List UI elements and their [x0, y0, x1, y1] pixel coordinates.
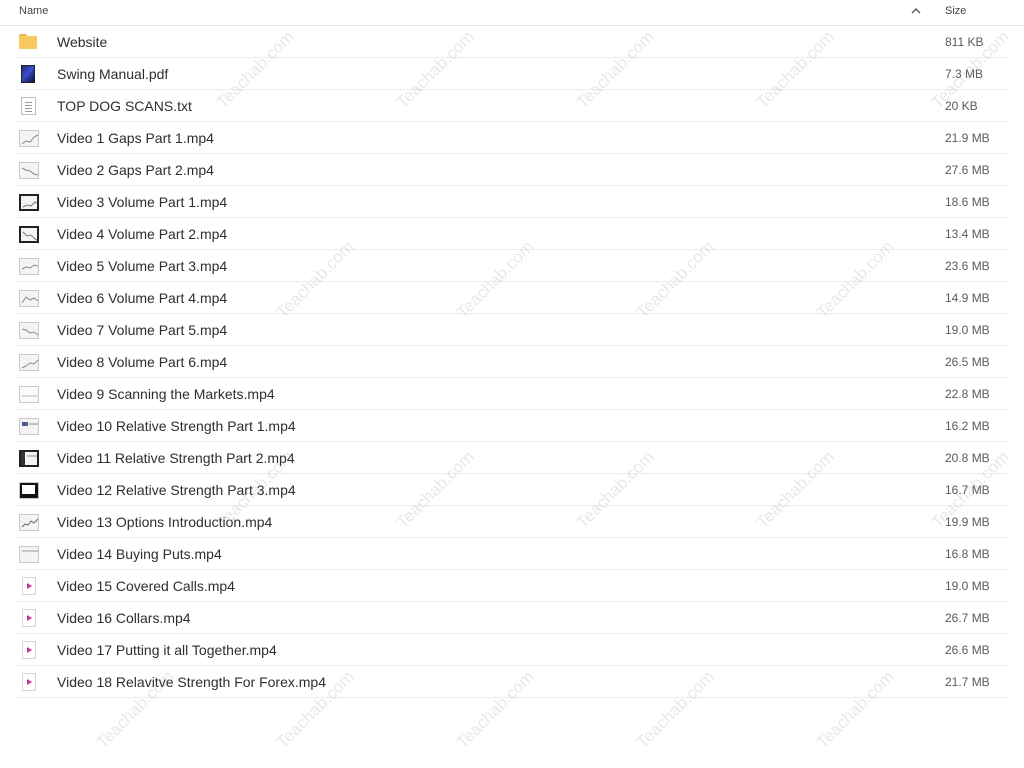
file-size: 27.6 MB	[945, 163, 990, 177]
sort-ascending-icon[interactable]	[911, 6, 921, 16]
file-size: 19.0 MB	[945, 579, 990, 593]
file-size: 26.7 MB	[945, 611, 990, 625]
file-size: 13.4 MB	[945, 227, 990, 241]
file-row-video-1[interactable]: Video 1 Gaps Part 1.mp4 21.9 MB	[15, 122, 1009, 154]
file-row-video-16[interactable]: Video 16 Collars.mp4 26.7 MB	[15, 602, 1009, 634]
pdf-icon	[21, 65, 35, 83]
file-size: 20 KB	[945, 99, 978, 113]
file-name: Video 1 Gaps Part 1.mp4	[57, 130, 214, 146]
file-row-video-10[interactable]: Video 10 Relative Strength Part 1.mp4 16…	[15, 410, 1009, 442]
file-name: Video 5 Volume Part 3.mp4	[57, 258, 228, 274]
video-thumbnail-icon	[19, 418, 39, 435]
file-size: 23.6 MB	[945, 259, 990, 273]
file-row-video-13[interactable]: Video 13 Options Introduction.mp4 19.9 M…	[15, 506, 1009, 538]
file-row-video-8[interactable]: Video 8 Volume Part 6.mp4 26.5 MB	[15, 346, 1009, 378]
file-size: 21.9 MB	[945, 131, 990, 145]
video-thumbnail-icon	[19, 322, 39, 339]
file-row-video-11[interactable]: Video 11 Relative Strength Part 2.mp4 20…	[15, 442, 1009, 474]
file-size: 20.8 MB	[945, 451, 990, 465]
file-row-video-5[interactable]: Video 5 Volume Part 3.mp4 23.6 MB	[15, 250, 1009, 282]
video-file-icon	[22, 641, 36, 659]
name-column-header[interactable]: Name	[19, 5, 48, 17]
video-file-icon	[22, 609, 36, 627]
file-size: 16.2 MB	[945, 419, 990, 433]
file-name: Video 6 Volume Part 4.mp4	[57, 290, 228, 306]
file-row-video-18[interactable]: Video 18 Relavitve Strength For Forex.mp…	[15, 666, 1009, 698]
video-thumbnail-icon	[19, 194, 39, 211]
video-thumbnail-icon	[19, 450, 39, 467]
file-row-video-17[interactable]: Video 17 Putting it all Together.mp4 26.…	[15, 634, 1009, 666]
video-file-icon	[22, 673, 36, 691]
file-name: Video 16 Collars.mp4	[57, 610, 191, 626]
file-name: Video 14 Buying Puts.mp4	[57, 546, 222, 562]
size-column-header[interactable]: Size	[945, 5, 966, 17]
file-name: Video 4 Volume Part 2.mp4	[57, 226, 228, 242]
file-size: 7.3 MB	[945, 67, 984, 81]
file-row-video-6[interactable]: Video 6 Volume Part 4.mp4 14.9 MB	[15, 282, 1009, 314]
video-thumbnail-icon	[19, 546, 39, 563]
video-thumbnail-icon	[19, 482, 39, 499]
file-row-video-4[interactable]: Video 4 Volume Part 2.mp4 13.4 MB	[15, 218, 1009, 250]
file-name: Video 12 Relative Strength Part 3.mp4	[57, 482, 296, 498]
file-name: Video 8 Volume Part 6.mp4	[57, 354, 228, 370]
file-name: Video 18 Relavitve Strength For Forex.mp…	[57, 674, 326, 690]
file-row-video-9[interactable]: Video 9 Scanning the Markets.mp4 22.8 MB	[15, 378, 1009, 410]
video-thumbnail-icon	[19, 130, 39, 147]
folder-icon	[19, 33, 37, 51]
video-file-icon	[22, 577, 36, 595]
file-size: 19.0 MB	[945, 323, 990, 337]
file-size: 26.6 MB	[945, 643, 990, 657]
file-size: 18.6 MB	[945, 195, 990, 209]
file-size: 22.8 MB	[945, 387, 990, 401]
video-thumbnail-icon	[19, 162, 39, 179]
file-row-video-3[interactable]: Video 3 Volume Part 1.mp4 18.6 MB	[15, 186, 1009, 218]
file-size: 16.7 MB	[945, 483, 990, 497]
file-name: Video 13 Options Introduction.mp4	[57, 514, 273, 530]
file-size: 21.7 MB	[945, 675, 990, 689]
file-list: Website 811 KB Swing Manual.pdf 7.3 MB T…	[0, 26, 1024, 698]
video-thumbnail-icon	[19, 226, 39, 243]
file-size: 26.5 MB	[945, 355, 990, 369]
file-name: Video 2 Gaps Part 2.mp4	[57, 162, 214, 178]
file-name: Video 9 Scanning the Markets.mp4	[57, 386, 275, 402]
file-size: 811 KB	[945, 35, 984, 49]
video-thumbnail-icon	[19, 290, 39, 307]
file-row-swing-manual[interactable]: Swing Manual.pdf 7.3 MB	[15, 58, 1009, 90]
file-size: 14.9 MB	[945, 291, 990, 305]
file-name: TOP DOG SCANS.txt	[57, 98, 192, 114]
file-name: Video 7 Volume Part 5.mp4	[57, 322, 228, 338]
file-row-video-7[interactable]: Video 7 Volume Part 5.mp4 19.0 MB	[15, 314, 1009, 346]
file-row-video-2[interactable]: Video 2 Gaps Part 2.mp4 27.6 MB	[15, 154, 1009, 186]
file-name: Video 11 Relative Strength Part 2.mp4	[57, 450, 295, 466]
video-thumbnail-icon	[19, 514, 39, 531]
text-file-icon	[21, 97, 36, 115]
file-row-video-14[interactable]: Video 14 Buying Puts.mp4 16.8 MB	[15, 538, 1009, 570]
file-row-top-dog-scans[interactable]: TOP DOG SCANS.txt 20 KB	[15, 90, 1009, 122]
video-thumbnail-icon	[19, 258, 39, 275]
file-row-video-15[interactable]: Video 15 Covered Calls.mp4 19.0 MB	[15, 570, 1009, 602]
file-row-video-12[interactable]: Video 12 Relative Strength Part 3.mp4 16…	[15, 474, 1009, 506]
video-thumbnail-icon	[19, 386, 39, 403]
file-name: Website	[57, 34, 108, 50]
file-name: Video 15 Covered Calls.mp4	[57, 578, 235, 594]
file-list-header: Name Size	[0, 0, 1024, 26]
video-thumbnail-icon	[19, 354, 39, 371]
file-row-website[interactable]: Website 811 KB	[15, 26, 1009, 58]
file-name: Video 3 Volume Part 1.mp4	[57, 194, 228, 210]
file-size: 19.9 MB	[945, 515, 990, 529]
file-name: Swing Manual.pdf	[57, 66, 169, 82]
file-name: Video 17 Putting it all Together.mp4	[57, 642, 277, 658]
file-name: Video 10 Relative Strength Part 1.mp4	[57, 418, 296, 434]
file-size: 16.8 MB	[945, 547, 990, 561]
